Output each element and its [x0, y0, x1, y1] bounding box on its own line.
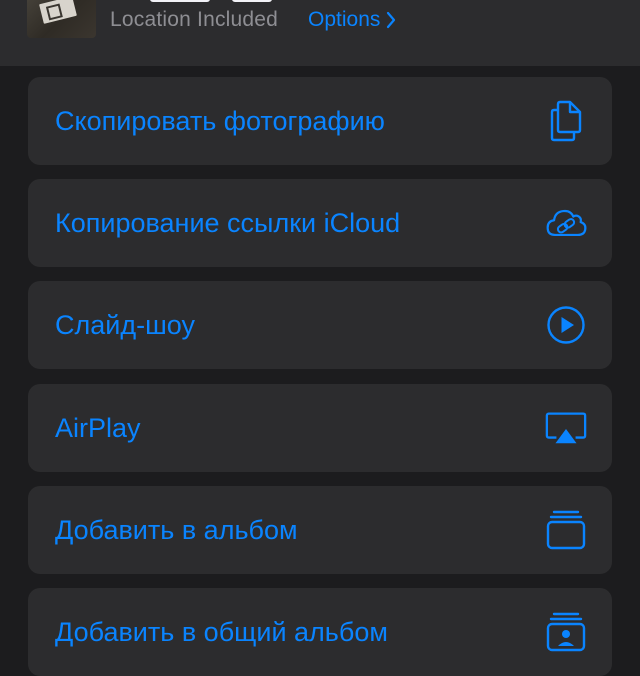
title-fragment [150, 0, 210, 2]
thumbnail-subject [39, 0, 77, 24]
shared-album-icon [544, 610, 588, 654]
action-label: Добавить в альбом [55, 515, 298, 545]
options-label: Options [308, 8, 381, 31]
action-copy-icloud-link[interactable]: Копирование ссылки iCloud [28, 179, 612, 267]
action-label: Слайд-шоу [55, 310, 195, 340]
action-slideshow[interactable]: Слайд-шоу [28, 281, 612, 369]
chevron-right-icon [386, 11, 396, 29]
action-label: Копирование ссылки iCloud [55, 208, 401, 238]
album-stack-icon [544, 508, 588, 552]
action-add-to-album[interactable]: Добавить в альбом [28, 486, 612, 574]
options-button[interactable]: Options [308, 8, 396, 32]
action-airplay[interactable]: AirPlay [28, 384, 612, 472]
action-copy-photo[interactable]: Скопировать фотографию [28, 77, 612, 165]
icloud-link-icon [544, 201, 588, 245]
copy-icon [544, 99, 588, 143]
action-label: Добавить в общий альбом [55, 617, 388, 647]
action-label: Скопировать фотографию [55, 106, 385, 136]
share-sheet-header: Location Included Options [0, 0, 640, 66]
airplay-icon [544, 406, 588, 450]
photo-thumbnail [27, 0, 96, 38]
title-fragment [232, 0, 272, 2]
action-label: AirPlay [55, 413, 141, 443]
play-circle-icon [544, 303, 588, 347]
action-add-to-shared-album[interactable]: Добавить в общий альбом [28, 588, 612, 676]
location-status: Location Included [110, 8, 279, 31]
